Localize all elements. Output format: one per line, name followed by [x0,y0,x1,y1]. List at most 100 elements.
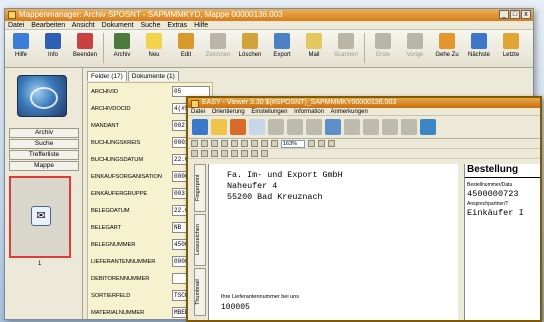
zoom-out-icon[interactable] [271,140,278,147]
page-icon[interactable] [192,119,208,135]
draw-button[interactable]: Zeichnen [204,33,232,58]
menu-bearbeiten[interactable]: Bearbeiten [31,22,65,29]
line-tool-icon[interactable] [231,150,238,157]
search-icon[interactable] [221,140,228,147]
next-page-icon[interactable] [251,140,258,147]
print-icon[interactable] [201,140,208,147]
menu-datei[interactable]: Datei [8,22,24,29]
note-tool-icon[interactable] [221,150,228,157]
document-thumbnail[interactable]: ✉ [9,176,71,258]
grid-icon[interactable] [287,119,303,135]
rect-tool-icon[interactable] [251,150,258,157]
tab-dokumente[interactable]: Dokumente (1) [127,71,179,81]
tab-felder[interactable]: Felder (17) [87,71,127,81]
viewer-menu-anmerkungen[interactable]: Anmerkungen [330,109,367,115]
tab-thumbnail[interactable]: Thumbnail [194,268,206,316]
main-window-title: Mappenmanager: Archiv SPOSNT - SAPMMMKYD… [19,10,283,19]
tab-strip: Felder (17) Dokumente (1) [87,71,179,81]
exit-icon [77,33,93,49]
viewer-toolbar [188,116,540,139]
minimize-button[interactable]: _ [499,10,509,19]
zoom-icon[interactable] [401,119,417,135]
text-tool-icon[interactable] [201,150,208,157]
order-number-label: Bestellnummer/Datu [467,182,513,188]
next-icon [471,33,487,49]
globe-icon[interactable] [420,119,436,135]
tab-lesezeichen[interactable]: Lesezeichen [194,214,206,266]
viewer-menu-information[interactable]: Information [294,109,324,115]
pen-icon[interactable] [268,119,284,135]
last-button[interactable]: Letzte [497,33,525,58]
fit-page-icon[interactable] [318,140,325,147]
viewer-menu-einstellungen[interactable]: Einstellungen [251,109,287,115]
fit-width-icon[interactable] [328,140,335,147]
marker-tool-icon[interactable] [241,150,248,157]
book-icon[interactable] [230,119,246,135]
edit-label: Edit [180,52,192,58]
scan-icon [338,33,354,49]
first-button[interactable]: Erste [369,33,397,58]
table-icon[interactable] [325,119,341,135]
toolbar-separator [364,33,365,63]
zoom-select[interactable]: 163% [281,139,305,148]
toolbar-separator [103,33,104,63]
stamp-tool-icon[interactable] [211,150,218,157]
info-icon [45,33,61,49]
first-page-icon[interactable] [231,140,238,147]
sidebar-item-suche[interactable]: Suche [9,139,79,149]
image-icon[interactable] [249,119,265,135]
recipient-address: Fa. Im- und Export GmbH Naheufer 4 55200 B… [227,170,343,203]
last-page-icon[interactable] [261,140,268,147]
split-icon[interactable] [363,119,379,135]
main-title-bar[interactable]: Mappenmanager: Archiv SPOSNT - SAPMMMKYD… [5,9,533,21]
frame-icon[interactable] [382,119,398,135]
sidebar-item-trefferliste[interactable]: Trefferliste [9,150,79,160]
folder-icon[interactable] [211,119,227,135]
order-title: Bestellung [467,164,519,175]
field-label: BELEGNUMMER [91,242,136,248]
sidebar-item-mappe[interactable]: Mappe [9,161,79,171]
archive-button[interactable]: Archiv [108,33,136,58]
maximize-button[interactable]: □ [510,10,520,19]
eraser-tool-icon[interactable] [261,150,268,157]
scan-button[interactable]: Scannen [332,33,360,58]
previous-button[interactable]: Vorige [401,33,429,58]
viewer-menu-datei[interactable]: Datei [191,109,205,115]
easy-viewer-window: EASY - Viewer 3.30 $(#SPOSNT)_SAPMMMKY00… [186,96,542,322]
edit-button[interactable]: Edit [172,33,200,58]
sidebar-item-archiv[interactable]: Archiv [9,128,79,138]
prev-page-icon[interactable] [241,140,248,147]
viewer-menu-orientierung[interactable]: Orientierung [212,109,245,115]
new-button[interactable]: Neu [140,33,168,58]
mail-button[interactable]: Mail [300,33,328,58]
menu-ansicht[interactable]: Ansicht [72,22,95,29]
next-button[interactable]: Nächste [465,33,493,58]
viewer-title-bar[interactable]: EASY - Viewer 3.30 $(#SPOSNT)_SAPMMMKY00… [188,98,540,108]
blocks-icon[interactable] [344,119,360,135]
tab-fingerprint[interactable]: Fingerprint [194,164,206,212]
delete-button[interactable]: Löschen [236,33,264,58]
address-line: 55200 Bad Kreuznach [227,192,323,202]
viewer-nav-toolbar: 163% [188,139,540,149]
copy-icon[interactable] [211,140,218,147]
draw-icon [210,33,226,49]
menu-suche[interactable]: Suche [141,22,161,29]
hand-tool-icon[interactable] [191,150,198,157]
help-button[interactable]: Hilfe [7,33,35,58]
archive-icon [114,33,130,49]
save-icon[interactable] [191,140,198,147]
zoom-in-icon[interactable] [308,140,315,147]
delete-label: Löschen [238,52,262,58]
new-icon [146,33,162,49]
menu-dokument[interactable]: Dokument [102,22,134,29]
layout-icon[interactable] [306,119,322,135]
goto-button[interactable]: Gehe Zu [433,33,461,58]
menu-hilfe[interactable]: Hilfe [194,22,208,29]
close-button[interactable]: x [521,10,531,19]
export-button[interactable]: Export [268,33,296,58]
app-icon [8,11,16,19]
info-button[interactable]: Info [39,33,67,58]
menu-extras[interactable]: Extras [167,22,187,29]
exit-button[interactable]: Beenden [71,33,99,58]
document-order-column: Bestellung Bestellnummer/Datu 4500000723… [464,164,540,320]
